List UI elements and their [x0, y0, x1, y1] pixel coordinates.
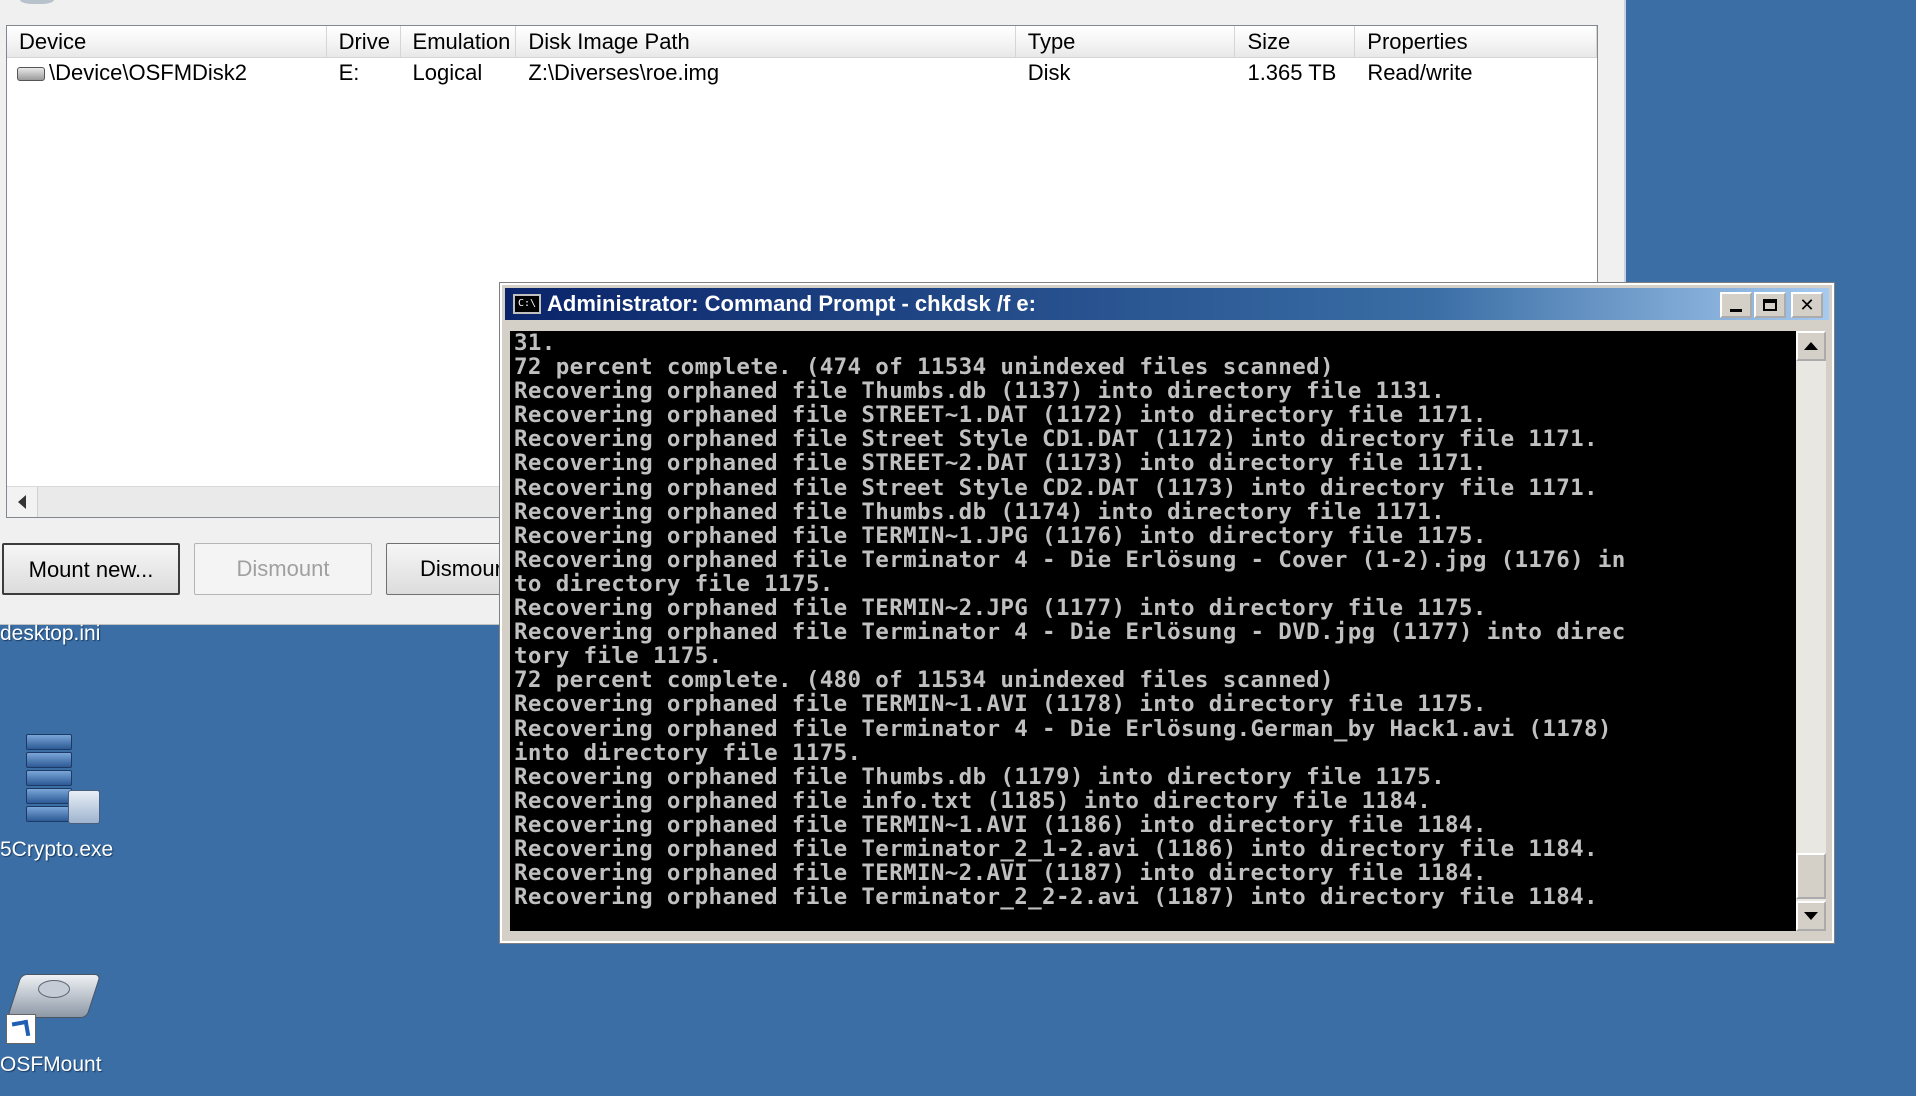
console-line: Recovering orphaned file TERMIN~2.AVI (1…: [514, 860, 1487, 887]
mount-new-button[interactable]: Mount new...: [2, 543, 180, 595]
console-line: 72 percent complete. (480 of 11534 unind…: [514, 667, 1334, 694]
close-icon: ✕: [1799, 294, 1815, 316]
cmd-window-icon[interactable]: C:\: [513, 294, 541, 314]
console-line: 72 percent complete. (474 of 11534 unind…: [514, 354, 1334, 381]
console-line: to directory file 1175.: [514, 570, 834, 597]
cmd-window-title: Administrator: Command Prompt - chkdsk /…: [547, 291, 1036, 316]
desktop-icon-label-desktop-ini[interactable]: desktop.ini: [0, 622, 100, 646]
shortcut-arrow-icon: [6, 1014, 36, 1044]
console-line: Recovering orphaned file Street Style CD…: [514, 426, 1598, 453]
window-controls: ✕: [1720, 292, 1823, 318]
console-line: Recovering orphaned file info.txt (1185)…: [514, 787, 1432, 814]
console-line: Recovering orphaned file STREET~2.DAT (1…: [514, 450, 1487, 477]
column-header-emulation[interactable]: Emulation: [401, 26, 517, 57]
arrow-up-icon: [1804, 342, 1818, 350]
console-line: Recovering orphaned file TERMIN~1.AVI (1…: [514, 811, 1487, 838]
cell-disk-image-path: Z:\Diverses\roe.img: [528, 60, 720, 85]
desktop-icon-label-osfmount[interactable]: OSFMount: [0, 1053, 102, 1077]
console-line: Recovering orphaned file Terminator 4 - …: [514, 546, 1626, 573]
minimize-button[interactable]: [1720, 292, 1752, 318]
maximize-icon: [1763, 299, 1777, 311]
cell-type: Disk: [1027, 60, 1071, 85]
cell-size: 1.365 TB: [1247, 60, 1337, 85]
console-line: Recovering orphaned file Terminator_2_2-…: [514, 884, 1598, 911]
table-row[interactable]: \Device\OSFMDisk2 E: Logical Z:\Diverses…: [7, 57, 1597, 89]
console-line: Recovering orphaned file Terminator 4 - …: [514, 715, 1612, 742]
column-header-disk-image-path[interactable]: Disk Image Path: [516, 26, 1016, 57]
desktop-icon-label-crypto[interactable]: 5Crypto.exe: [0, 838, 113, 862]
console-line: Recovering orphaned file Thumbs.db (1174…: [514, 498, 1446, 525]
column-header-size[interactable]: Size: [1235, 26, 1356, 57]
cell-properties: Read/write: [1367, 60, 1473, 85]
window-top-strip: [0, 0, 1624, 22]
console-line: Recovering orphaned file Thumbs.db (1179…: [514, 763, 1446, 790]
cmd-titlebar[interactable]: C:\ Administrator: Command Prompt - chkd…: [505, 288, 1829, 320]
device-name: \Device\OSFMDisk2: [49, 60, 248, 85]
list-header: Device Drive Emulation Disk Image Path T…: [7, 26, 1597, 58]
command-prompt-window[interactable]: C:\ Administrator: Command Prompt - chkd…: [499, 282, 1835, 944]
console-line: Recovering orphaned file Street Style CD…: [514, 474, 1598, 501]
hard-drive-icon: [17, 67, 45, 81]
column-header-properties[interactable]: Properties: [1355, 26, 1597, 57]
console-line: Recovering orphaned file TERMIN~1.JPG (1…: [514, 522, 1487, 549]
scroll-left-button[interactable]: [7, 487, 38, 517]
console-output[interactable]: 31. 72 percent complete. (474 of 11534 un…: [510, 331, 1796, 931]
arrow-down-icon: [1804, 912, 1818, 920]
console-line: Recovering orphaned file TERMIN~1.AVI (1…: [514, 691, 1487, 718]
cell-drive: E:: [338, 60, 360, 85]
scroll-up-button[interactable]: [1796, 331, 1826, 361]
column-header-type[interactable]: Type: [1016, 26, 1236, 57]
scroll-down-button[interactable]: [1796, 901, 1826, 931]
console-line: Recovering orphaned file Thumbs.db (1137…: [514, 378, 1446, 405]
dismount-button[interactable]: Dismount: [194, 543, 372, 595]
console-line: Recovering orphaned file Terminator_2_1-…: [514, 835, 1598, 862]
usb-drive-icon: [68, 790, 100, 824]
close-button[interactable]: ✕: [1791, 292, 1823, 318]
console-line: tory file 1175.: [514, 643, 723, 670]
scrollbar-thumb[interactable]: [1796, 853, 1826, 899]
cell-device: \Device\OSFMDisk2: [7, 57, 327, 89]
osfmount-disk-icon[interactable]: [4, 968, 102, 1046]
console-line: into directory file 1175.: [514, 739, 862, 766]
column-header-drive[interactable]: Drive: [327, 26, 401, 57]
vertical-scrollbar[interactable]: [1796, 331, 1826, 931]
server-crypto-icon[interactable]: [22, 734, 100, 828]
console-line: Recovering orphaned file TERMIN~2.JPG (1…: [514, 595, 1487, 622]
cell-emulation: Logical: [412, 60, 483, 85]
maximize-button[interactable]: [1754, 292, 1786, 318]
arrow-left-icon: [18, 495, 26, 509]
console-line: Recovering orphaned file Terminator 4 - …: [514, 619, 1626, 646]
column-header-device[interactable]: Device: [7, 26, 327, 57]
console-line: 31.: [514, 331, 556, 356]
minimize-icon: [1730, 308, 1742, 312]
console-line: Recovering orphaned file STREET~1.DAT (1…: [514, 402, 1487, 429]
